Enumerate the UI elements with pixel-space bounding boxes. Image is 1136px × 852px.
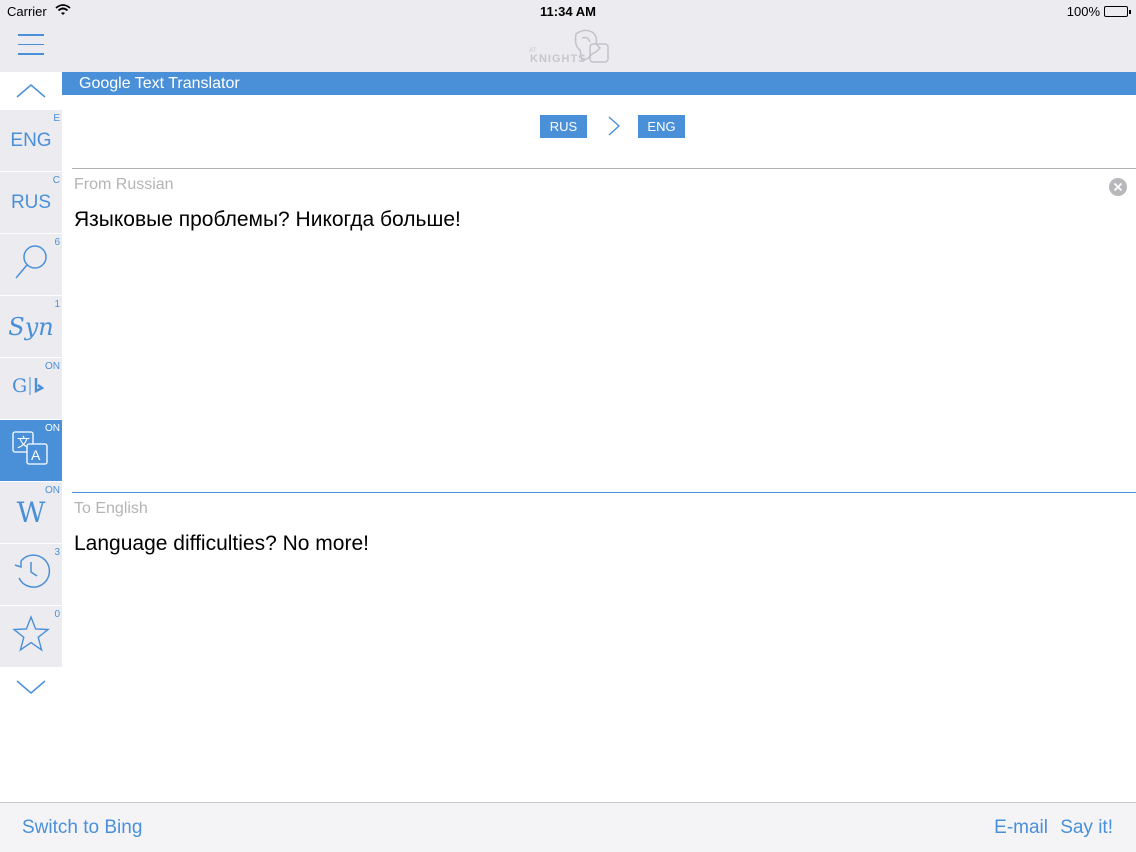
wikipedia-icon: W <box>16 496 46 529</box>
rus-label: RUS <box>10 191 52 213</box>
target-text-area: To English Language difficulties? No mor… <box>72 500 1136 556</box>
bottom-toolbar: Switch to Bing E-mail Say it! <box>0 802 1136 852</box>
favorites-badge: 0 <box>54 609 60 620</box>
swap-arrow-icon[interactable] <box>606 115 622 142</box>
scroll-up-icon[interactable] <box>0 72 62 110</box>
history-icon <box>11 552 51 597</box>
sidebar-item-google-bing[interactable]: G ON <box>0 358 62 420</box>
panel-title: Google Text Translator <box>62 72 1136 95</box>
from-language-button[interactable]: RUS <box>540 115 587 138</box>
magnifier-icon <box>11 242 51 287</box>
to-label: To English <box>74 500 148 517</box>
nav-bar: KNIGHTS AT <box>0 24 1136 72</box>
battery-icon <box>1104 6 1131 17</box>
clock: 11:34 AM <box>540 4 596 19</box>
source-text-area[interactable]: From Russian Языковые проблемы? Никогда … <box>72 176 1136 493</box>
sidebar-item-rus[interactable]: RUS C <box>0 172 62 234</box>
battery-percent: 100% <box>1066 4 1100 19</box>
logo-text: KNIGHTS <box>530 53 587 65</box>
sidebar-item-synonyms[interactable]: Syn 1 <box>0 296 62 358</box>
sidebar-item-translator[interactable]: 文 A ON <box>0 420 62 482</box>
svg-text:AT: AT <box>529 48 537 54</box>
say-it-button[interactable]: Say it! <box>1060 817 1113 839</box>
to-language-button[interactable]: ENG <box>638 115 685 138</box>
sidebar: ENG E RUS C 6 Syn 1 G ON 文 A ON W ON 3 0 <box>0 72 62 802</box>
translated-text: Language difficulties? No more! <box>74 532 369 555</box>
status-bar: Carrier 11:34 AM 100% <box>0 0 1136 24</box>
language-selector: RUS ENG <box>72 95 1136 169</box>
svg-text:A: A <box>31 447 41 463</box>
search-badge: 6 <box>54 237 60 248</box>
sidebar-item-favorites[interactable]: 0 <box>0 606 62 668</box>
svg-text:G: G <box>12 375 27 397</box>
star-icon <box>11 614 51 659</box>
translator-badge: ON <box>45 423 60 434</box>
switch-to-bing-button[interactable]: Switch to Bing <box>22 817 142 839</box>
sidebar-item-search[interactable]: 6 <box>0 234 62 296</box>
rus-badge: C <box>52 175 60 186</box>
eng-label: ENG <box>10 129 52 151</box>
translate-icon: 文 A <box>11 428 51 473</box>
from-label: From Russian <box>74 176 174 193</box>
history-badge: 3 <box>54 547 60 558</box>
scroll-down-icon[interactable] <box>0 668 62 706</box>
knights-logo: KNIGHTS AT <box>526 26 610 68</box>
sidebar-item-eng[interactable]: ENG E <box>0 110 62 172</box>
email-button[interactable]: E-mail <box>994 817 1048 839</box>
hamburger-icon[interactable] <box>18 34 44 60</box>
synonyms-badge: 1 <box>54 299 60 310</box>
translator-panel: Google Text Translator RUS ENG From Russ… <box>62 72 1136 802</box>
sidebar-item-history[interactable]: 3 <box>0 544 62 606</box>
wikipedia-badge: ON <box>45 485 60 496</box>
synonyms-icon: Syn <box>8 312 54 341</box>
source-text[interactable]: Языковые проблемы? Никогда больше! <box>72 208 1136 232</box>
clear-icon[interactable] <box>1109 178 1127 201</box>
eng-badge: E <box>53 113 60 124</box>
google-bing-badge: ON <box>45 361 60 372</box>
battery-indicator: 100% <box>1066 4 1131 19</box>
sidebar-item-wikipedia[interactable]: W ON <box>0 482 62 544</box>
google-bing-icon: G <box>11 374 51 403</box>
